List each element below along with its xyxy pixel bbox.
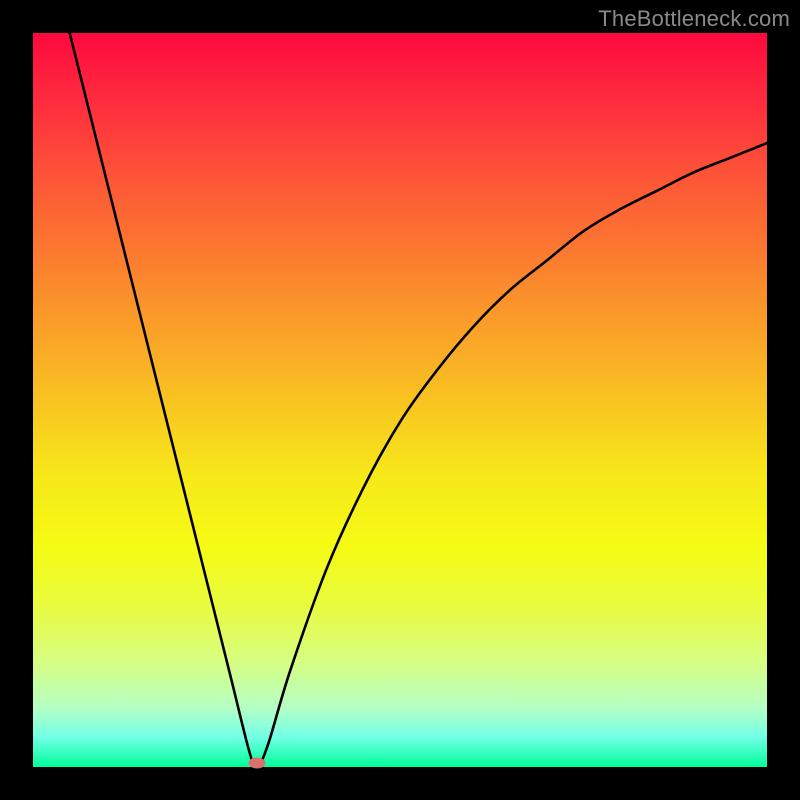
chart-frame: TheBottleneck.com	[0, 0, 800, 800]
bottleneck-curve	[33, 33, 767, 767]
minimum-marker	[248, 758, 265, 769]
attribution-text: TheBottleneck.com	[598, 6, 790, 32]
plot-area	[33, 33, 767, 767]
